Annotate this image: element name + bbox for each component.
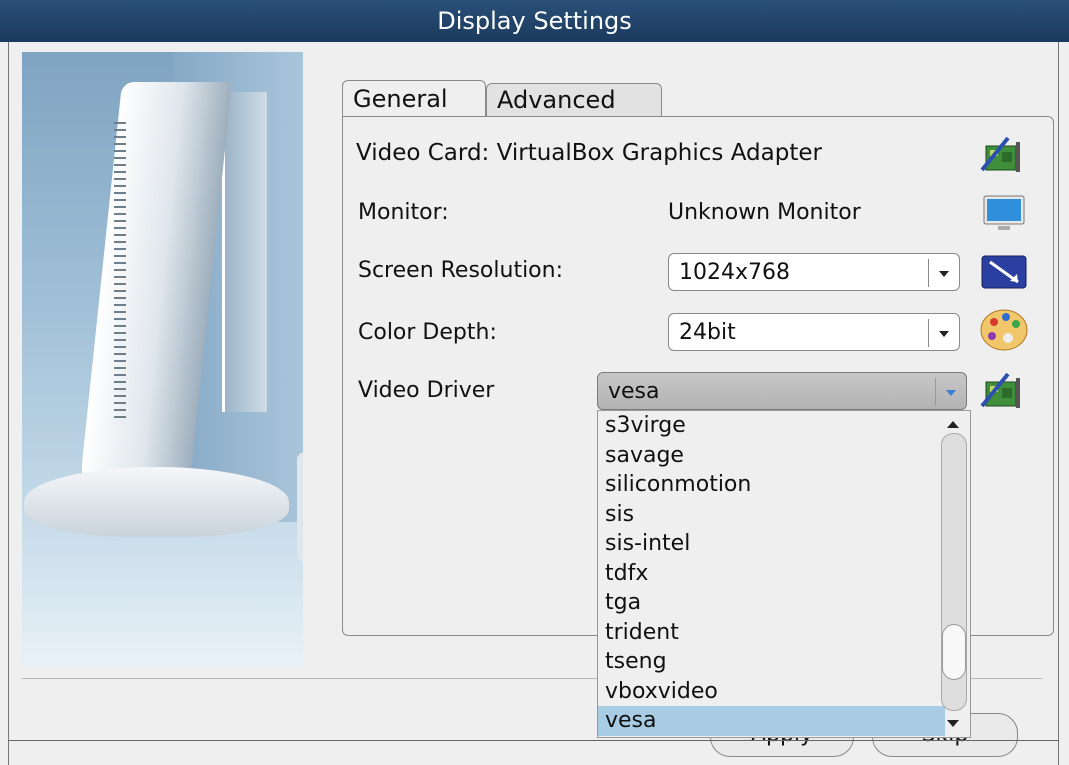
window-frame-right [1058,42,1069,765]
window-frame-left [0,42,9,765]
scroll-track[interactable] [941,433,967,711]
graphics-card-icon[interactable] [978,368,1022,412]
list-item[interactable]: siliconmotion [598,470,945,500]
video-driver-combo[interactable]: vesa [597,372,967,410]
monitor-side-image [22,52,303,667]
list-item[interactable]: trident [598,618,945,648]
resolution-value: 1024x768 [679,260,790,285]
chevron-down-icon[interactable] [928,259,959,287]
color-depth-combo[interactable]: 24bit [668,313,960,351]
monitor-icon[interactable] [982,192,1026,236]
list-item[interactable]: tga [598,588,945,618]
scroll-down-icon[interactable] [947,720,959,727]
list-item[interactable]: s3virge [598,411,945,441]
list-item[interactable]: vboxvideo [598,677,945,707]
graphics-card-icon[interactable] [978,132,1022,176]
chevron-down-icon[interactable] [935,378,966,406]
list-item[interactable]: tseng [598,647,945,677]
video-driver-label: Video Driver [358,378,495,403]
tab-advanced[interactable]: Advanced [486,83,662,117]
list-item[interactable]: sis [598,500,945,530]
scroll-up-icon[interactable] [947,421,959,428]
resolution-combo[interactable]: 1024x768 [668,253,960,291]
list-item[interactable]: savage [598,441,945,471]
scroll-thumb[interactable] [942,624,966,680]
palette-icon[interactable] [978,306,1030,354]
dropdown-scrollbar[interactable] [938,411,970,737]
list-item[interactable]: tdfx [598,559,945,589]
color-depth-label: Color Depth: [358,320,497,345]
window-bottom-edge [9,740,1059,741]
list-item[interactable]: sis-intel [598,529,945,559]
tab-general[interactable]: General [342,80,486,119]
monitor-value: Unknown Monitor [668,200,861,225]
list-item-selected[interactable]: vesa [598,706,945,736]
video-driver-value: vesa [608,379,660,404]
monitor-label: Monitor: [358,200,449,225]
video-driver-dropdown[interactable]: s3virge savage siliconmotion sis sis-int… [597,410,971,738]
color-depth-value: 24bit [679,320,736,345]
chevron-down-icon[interactable] [928,319,959,347]
video-card-label: Video Card: VirtualBox Graphics Adapter [356,140,822,166]
window-title: Display Settings [0,0,1069,42]
resolution-icon[interactable] [980,252,1028,292]
resolution-label: Screen Resolution: [358,258,563,283]
